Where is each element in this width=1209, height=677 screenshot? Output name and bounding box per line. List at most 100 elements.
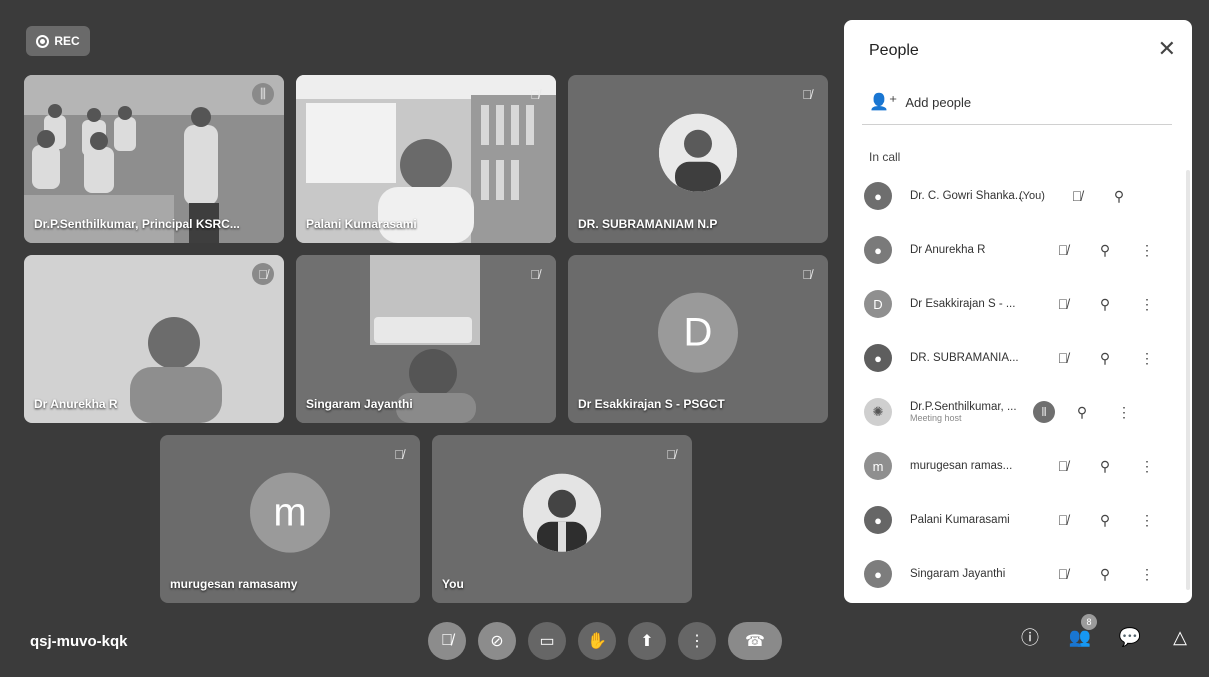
add-people-label: Add people <box>905 94 972 110</box>
mic-off-icon: 🎙̸ <box>1057 458 1069 474</box>
participant-name: Singaram Jayanthi <box>910 568 1006 580</box>
avatar: ● <box>864 182 892 210</box>
hang-up-icon[interactable]: ☎ <box>728 622 782 660</box>
pin-icon[interactable]: ⚲ <box>1091 458 1119 475</box>
mic-off-icon: 🎙̸ <box>1071 188 1083 204</box>
side-actions: ⓘ 👥 8 💬 △ <box>1017 614 1193 650</box>
meeting-code: qsj-muvo-kqk <box>30 633 128 650</box>
participant-row[interactable]: ● Palani Kumarasami 🎙̸ ⚲ ⋮ <box>864 500 1176 540</box>
close-icon[interactable]: ✕ <box>1158 36 1176 62</box>
video-tile-palani[interactable]: 🎙̸ Palani Kumarasami <box>296 75 556 243</box>
tile-name: Dr Anurekha R <box>34 397 118 411</box>
participant-row[interactable]: ● Dr. C. Gowri Shanka... (You) 🎙̸ ⚲ <box>864 176 1176 216</box>
speaking-indicator-icon: ⫼ <box>1033 401 1055 423</box>
activities-icon[interactable]: △ <box>1167 624 1193 650</box>
tile-name: Palani Kumarasami <box>306 217 417 231</box>
tile-name: DR. SUBRAMANIAM N.P <box>578 217 718 231</box>
more-icon[interactable]: ⋮ <box>1133 350 1161 367</box>
scrollbar[interactable] <box>1186 170 1190 590</box>
avatar: ● <box>864 344 892 372</box>
participant-name: Dr Anurekha R <box>910 244 986 256</box>
mic-off-icon: 🎙̸ <box>530 266 540 282</box>
video-tile-jayanthi[interactable]: 🎙̸ Singaram Jayanthi <box>296 255 556 423</box>
mic-off-icon: 🎙̸ <box>802 266 812 282</box>
pin-icon[interactable]: ⚲ <box>1068 404 1096 421</box>
tile-name: You <box>442 577 464 591</box>
pin-icon[interactable]: ⚲ <box>1091 296 1119 313</box>
participant-row[interactable]: m murugesan ramas... 🎙̸ ⚲ ⋮ <box>864 446 1176 486</box>
video-tile-subramaniam[interactable]: 🎙̸ DR. SUBRAMANIAM N.P <box>568 75 828 243</box>
host-label: Meeting host <box>910 413 962 423</box>
mic-off-icon: 🎙̸ <box>666 446 676 462</box>
more-icon[interactable]: ⋮ <box>1133 242 1161 259</box>
more-icon[interactable]: ⋮ <box>1110 404 1138 421</box>
mic-off-icon: 🎙̸ <box>1057 566 1069 582</box>
you-tag: (You) <box>1019 190 1045 202</box>
more-icon[interactable]: ⋮ <box>1133 512 1161 529</box>
pin-icon[interactable]: ⚲ <box>1091 566 1119 583</box>
mic-off-icon: 🎙̸ <box>252 263 274 285</box>
tile-name: Dr.P.Senthilkumar, Principal KSRC... <box>34 217 240 231</box>
section-label: In call <box>869 150 901 164</box>
more-icon[interactable]: ⋮ <box>678 622 716 660</box>
mic-off-icon: 🎙̸ <box>394 446 404 462</box>
mic-off-icon: 🎙̸ <box>1057 242 1069 258</box>
camera-off-icon[interactable]: ⊘ <box>478 622 516 660</box>
mic-off-icon: 🎙̸ <box>530 86 540 102</box>
more-icon[interactable]: ⋮ <box>1133 566 1161 583</box>
participant-row[interactable]: ✺ Dr.P.Senthilkumar, ... Meeting host ⫼ … <box>864 392 1176 432</box>
participant-row[interactable]: ● Singaram Jayanthi 🎙̸ ⚲ ⋮ <box>864 554 1176 594</box>
speaking-indicator-icon: ⫼ <box>252 83 274 105</box>
participant-avatar <box>523 473 601 552</box>
avatar: ● <box>864 506 892 534</box>
video-tile-esakkirajan[interactable]: D 🎙̸ Dr Esakkirajan S - PSGCT <box>568 255 828 423</box>
participant-row[interactable]: ● DR. SUBRAMANIA... 🎙̸ ⚲ ⋮ <box>864 338 1176 378</box>
recording-label: REC <box>54 34 80 48</box>
people-panel: People ✕ 👤⁺ Add people In call ● Dr. C. … <box>844 20 1192 603</box>
pin-icon[interactable]: ⚲ <box>1091 350 1119 367</box>
participant-avatar <box>659 113 737 192</box>
video-tile-you[interactable]: 🎙̸ You <box>432 435 692 603</box>
participant-name: Palani Kumarasami <box>910 514 1010 526</box>
video-tile-senthilkumar[interactable]: ⫼ Dr.P.Senthilkumar, Principal KSRC... <box>24 75 284 243</box>
mic-off-icon: 🎙̸ <box>802 86 812 102</box>
participant-name: murugesan ramas... <box>910 460 1013 472</box>
pin-icon[interactable]: ⚲ <box>1091 242 1119 259</box>
raise-hand-icon[interactable]: ✋ <box>578 622 616 660</box>
participant-row[interactable]: ● Dr Anurekha R 🎙̸ ⚲ ⋮ <box>864 230 1176 270</box>
people-count-badge: 8 <box>1081 614 1097 630</box>
more-icon[interactable]: ⋮ <box>1133 296 1161 313</box>
more-icon[interactable]: ⋮ <box>1133 458 1161 475</box>
tile-name: Dr Esakkirajan S - PSGCT <box>578 397 725 411</box>
control-bar: 🎙̸ ⊘ ▭ ✋ ⬆ ⋮ ☎ <box>428 622 782 660</box>
avatar: D <box>864 290 892 318</box>
participant-avatar: D <box>658 292 738 373</box>
participant-name: Dr.P.Senthilkumar, ... Meeting host <box>910 401 1026 423</box>
chat-icon[interactable]: 💬 <box>1117 624 1143 650</box>
video-tile-anurekha[interactable]: 🎙̸ Dr Anurekha R <box>24 255 284 423</box>
avatar: ● <box>864 560 892 588</box>
mic-off-icon[interactable]: 🎙̸ <box>428 622 466 660</box>
video-tile-murugesan[interactable]: m 🎙̸ murugesan ramasamy <box>160 435 420 603</box>
recording-badge: REC <box>26 26 90 56</box>
info-icon[interactable]: ⓘ <box>1017 624 1043 650</box>
avatar: ✺ <box>864 398 892 426</box>
mic-off-icon: 🎙̸ <box>1057 350 1069 366</box>
captions-icon[interactable]: ▭ <box>528 622 566 660</box>
avatar: ● <box>864 236 892 264</box>
meeting-stage: REC ⫼ Dr.P.Senthilkumar, Principal KSRC.… <box>0 0 1209 677</box>
pin-icon[interactable]: ⚲ <box>1105 188 1133 205</box>
participant-name: DR. SUBRAMANIA... <box>910 352 1019 364</box>
add-people-button[interactable]: 👤⁺ Add people <box>869 92 971 112</box>
divider <box>862 124 1172 125</box>
tile-name: murugesan ramasamy <box>170 577 298 591</box>
participant-avatar: m <box>250 472 330 553</box>
mic-off-icon: 🎙̸ <box>1057 296 1069 312</box>
participant-name-text: Dr.P.Senthilkumar, ... <box>910 401 1017 413</box>
pin-icon[interactable]: ⚲ <box>1091 512 1119 529</box>
people-icon[interactable]: 👥 8 <box>1067 614 1097 650</box>
participant-row[interactable]: D Dr Esakkirajan S - ... 🎙̸ ⚲ ⋮ <box>864 284 1176 324</box>
panel-title: People <box>869 42 919 59</box>
record-icon <box>36 34 50 48</box>
present-icon[interactable]: ⬆ <box>628 622 666 660</box>
